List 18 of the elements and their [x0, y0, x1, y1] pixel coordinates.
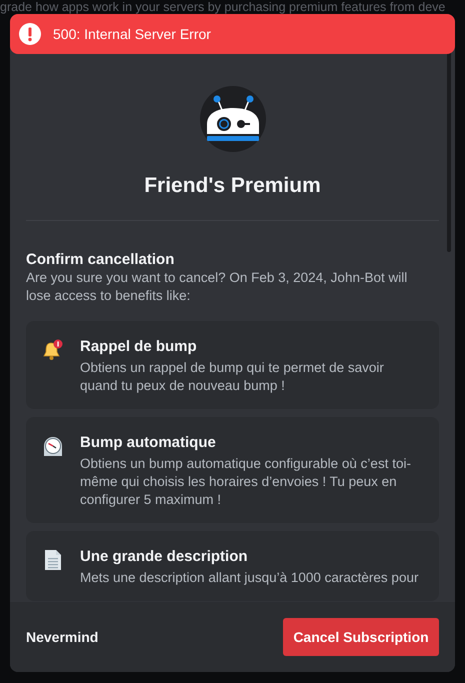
premium-title: Friend's Premium — [144, 173, 321, 199]
benefit-description: Mets une description allant jusqu’à 1000 caractères pour — [80, 569, 418, 587]
benefit-description: Obtiens un bump automatique configurable où c’est toi-même qui choisis les horaires d’envoies ! Tu peux en configurer 5 maximum ! — [80, 455, 412, 509]
document-icon — [42, 549, 64, 571]
clock-icon — [42, 435, 64, 457]
alert-icon — [19, 23, 41, 45]
benefit-title: Une grande description — [80, 547, 249, 567]
bell-icon — [42, 339, 64, 361]
background-text: grade how apps work in your servers by purchasing premium features from deve — [0, 0, 446, 14]
nevermind-button[interactable]: Nevermind — [26, 626, 98, 648]
cancel-subscription-button[interactable]: Cancel Subscription — [283, 618, 439, 656]
benefit-title: Bump automatique — [80, 433, 217, 453]
error-message: 500: Internal Server Error — [53, 24, 211, 44]
robot-logo-icon — [200, 86, 266, 152]
benefit-title: Rappel de bump — [80, 337, 198, 357]
confirm-description: Are you sure you want to cancel? On Feb 3, 2024, John-Bot will lose access to benefits like: — [26, 269, 408, 305]
confirm-heading: Confirm cancellation — [26, 251, 176, 269]
benefit-description: Obtiens un rappel de bump qui te permet de savoir quand tu peux de nouveau bump ! — [80, 359, 385, 395]
